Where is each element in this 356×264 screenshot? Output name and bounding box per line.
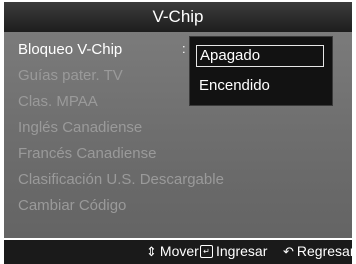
- return-hint: ↶ Regresar: [283, 243, 355, 259]
- option-encendido[interactable]: Encendido: [196, 75, 324, 97]
- menu-item-ingles-canadiense[interactable]: Inglés Canadiense: [18, 116, 278, 142]
- option-apagado[interactable]: Apagado: [196, 45, 324, 67]
- option-label: Encendido: [199, 77, 270, 94]
- menu-item-frances-canadiense[interactable]: Francés Canadiense: [18, 142, 278, 168]
- move-label: Mover: [159, 243, 199, 259]
- menu-item-cambiar-codigo[interactable]: Cambiar Código: [18, 194, 278, 220]
- menu-item-label: Cambiar Código: [18, 197, 127, 214]
- menu-item-label: Clasificación U.S. Descargable: [18, 171, 224, 188]
- footer-bar: ⇕ Mover ↵ Ingresar ↶ Regresar: [4, 240, 355, 264]
- page-title: V-Chip: [152, 7, 204, 26]
- return-icon: ↶: [283, 243, 294, 259]
- menu-item-label: Francés Canadiense: [18, 145, 157, 162]
- option-label: Apagado: [200, 47, 261, 64]
- menu-item-label: Guías pater. TV: [18, 67, 123, 84]
- return-label: Regresar: [296, 243, 355, 259]
- up-down-arrow-icon: ⇕: [146, 243, 157, 259]
- move-hint: ⇕ Mover: [146, 243, 199, 259]
- menu-item-label: Bloqueo V-Chip: [18, 41, 123, 58]
- enter-label: Ingresar: [216, 243, 268, 259]
- enter-icon: ↵: [200, 244, 213, 258]
- enter-hint: ↵ Ingresar: [200, 243, 267, 259]
- menu-item-label: Clas. MPAA: [18, 93, 98, 110]
- vchip-dropdown[interactable]: Apagado Encendido: [189, 36, 333, 106]
- menu-item-label: Inglés Canadiense: [18, 119, 143, 136]
- main-panel: Bloqueo V-Chip Guías pater. TV Clas. MPA…: [4, 32, 352, 238]
- value-separator: :: [182, 41, 186, 56]
- title-bar: V-Chip: [4, 2, 352, 33]
- menu-item-clasificacion-us-descargable[interactable]: Clasificación U.S. Descargable: [18, 168, 278, 194]
